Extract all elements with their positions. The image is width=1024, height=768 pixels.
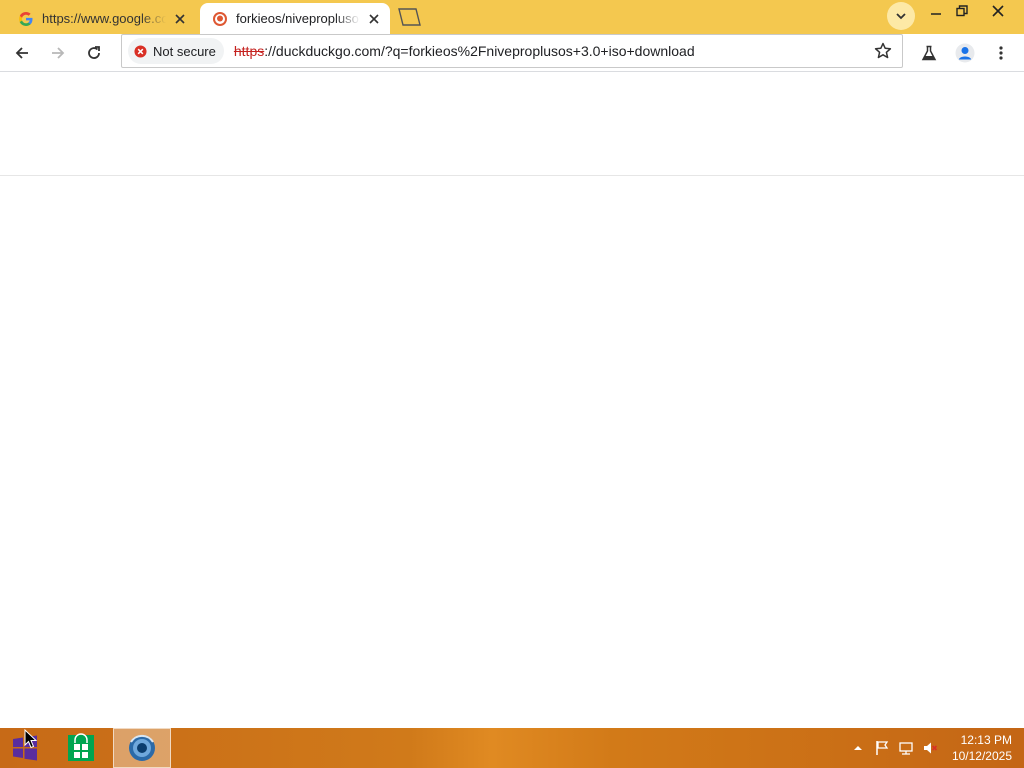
restore-button[interactable] — [946, 0, 978, 22]
more-vert-icon — [999, 46, 1003, 60]
arrow-left-icon — [15, 47, 28, 59]
taskbar-store[interactable] — [52, 728, 110, 768]
bookmark-star-icon[interactable] — [874, 42, 892, 60]
system-clock[interactable]: 12:13 PM 10/12/2025 — [952, 732, 1012, 764]
not-secure-icon — [134, 44, 147, 58]
tab-google[interactable]: https://www.google.com/ — [6, 3, 196, 34]
restore-icon — [956, 5, 968, 17]
tab-duckduckgo[interactable]: forkieos/niveproplusos — [200, 3, 390, 34]
security-chip[interactable]: Not secure — [128, 38, 224, 64]
chrome-icon — [129, 735, 155, 761]
action-center-flag-icon[interactable] — [874, 740, 890, 756]
new-tab-icon[interactable] — [396, 8, 422, 26]
url-rest: ://duckduckgo.com/?q=forkieos%2Fniveprop… — [264, 43, 695, 59]
address-bar[interactable]: Not secure https://duckduckgo.com/?q=for… — [121, 34, 903, 68]
page-header-divider — [0, 175, 1024, 176]
tab-search-button[interactable] — [887, 2, 915, 30]
google-g-icon — [19, 11, 33, 26]
tab-title: forkieos/niveproplusos — [236, 11, 360, 26]
clock-date: 10/12/2025 — [951, 749, 1012, 763]
avatar-icon — [955, 43, 975, 63]
close-window-button[interactable] — [982, 0, 1014, 22]
taskbar: 12:13 PM 10/12/2025 — [0, 728, 1024, 768]
url-text: https://duckduckgo.com/?q=forkieos%2Fniv… — [234, 43, 695, 59]
network-icon[interactable] — [898, 740, 914, 756]
security-label: Not secure — [153, 43, 216, 59]
volume-muted-icon[interactable] — [922, 740, 938, 756]
back-button[interactable] — [7, 38, 37, 68]
flask-icon — [921, 45, 937, 61]
tab-strip: https://www.google.com/ forkieos/nivepro… — [0, 0, 1024, 34]
url-scheme: https — [233, 43, 265, 59]
mouse-cursor-icon — [24, 729, 38, 749]
arrow-right-icon — [52, 47, 65, 59]
browser-toolbar: Not secure https://duckduckgo.com/?q=for… — [0, 34, 1024, 72]
minimize-icon — [931, 13, 941, 15]
duckduckgo-icon — [213, 11, 227, 26]
close-icon — [992, 5, 1004, 17]
profile-button[interactable] — [950, 38, 980, 68]
chevron-up-icon[interactable] — [850, 740, 866, 756]
labs-button[interactable] — [914, 38, 944, 68]
close-tab-icon[interactable] — [172, 11, 188, 27]
reload-icon — [88, 46, 100, 59]
close-tab-icon[interactable] — [366, 11, 382, 27]
tab-title: https://www.google.com/ — [42, 11, 166, 26]
forward-button[interactable] — [43, 38, 73, 68]
store-icon — [68, 733, 94, 761]
clock-time: 12:13 PM — [960, 733, 1012, 747]
menu-button[interactable] — [986, 38, 1016, 68]
taskbar-chrome[interactable] — [113, 728, 171, 768]
chevron-down-icon — [896, 13, 906, 20]
reload-button[interactable] — [79, 38, 109, 68]
